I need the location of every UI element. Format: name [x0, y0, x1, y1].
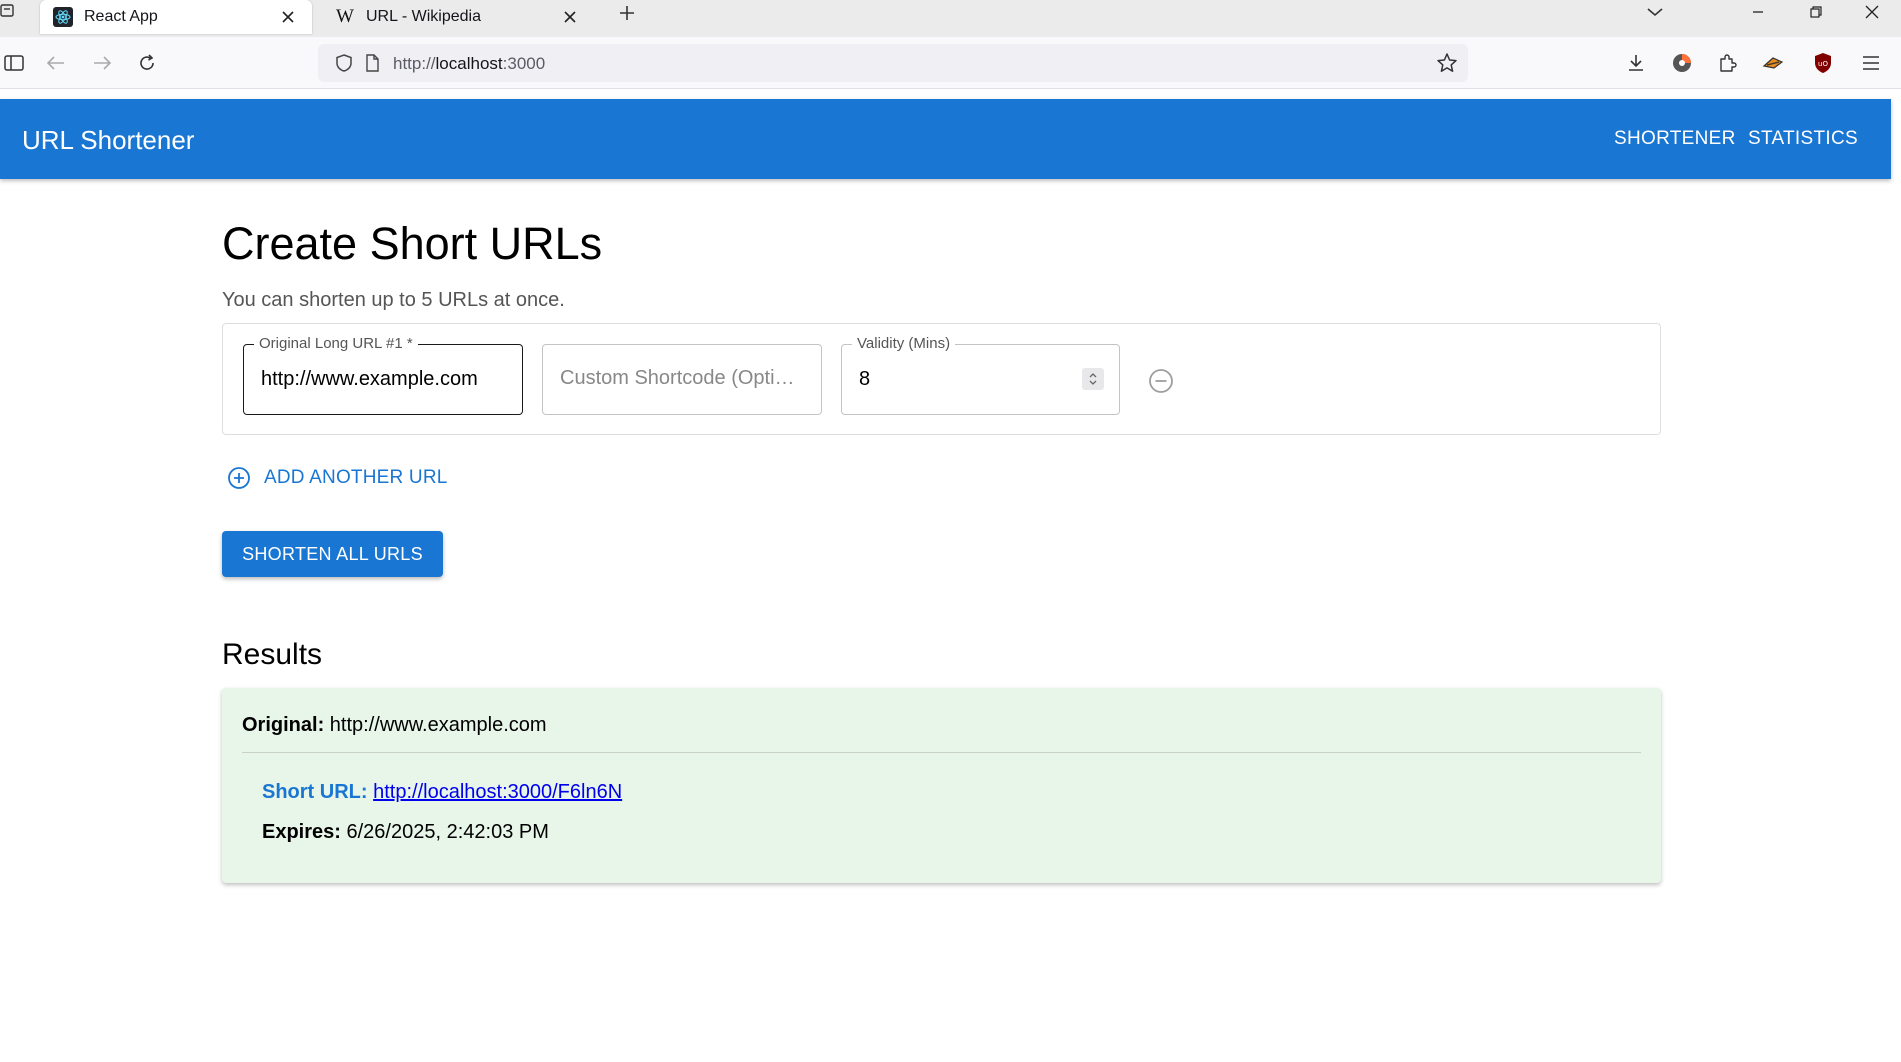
app-brand[interactable]: URL Shortener [22, 125, 194, 156]
validity-input[interactable]: 8 [859, 368, 870, 391]
ublock-shield-icon[interactable]: uO [1810, 50, 1836, 76]
short-url-link[interactable]: http://localhost:3000/F6ln6N [373, 781, 622, 803]
download-icon[interactable] [1623, 50, 1649, 76]
menu-hamburger-icon[interactable] [1858, 50, 1884, 76]
original-value: http://www.example.com [329, 714, 547, 736]
result-divider [242, 752, 1641, 753]
original-url-field[interactable]: Original Long URL #1 * http://www.exampl… [243, 335, 523, 415]
tab-list-icon[interactable] [0, 2, 22, 24]
custom-shortcode-field[interactable]: Custom Shortcode (Opti… [542, 344, 822, 415]
add-another-url-label: ADD ANOTHER URL [264, 467, 448, 488]
page-subtitle: You can shorten up to 5 URLs at once. [222, 289, 565, 311]
tab-overflow-chevron-icon[interactable] [1632, 0, 1678, 24]
firefox-account-icon[interactable] [1669, 50, 1695, 76]
tab-title: React App [84, 8, 158, 25]
add-another-url-button[interactable]: ADD ANOTHER URL [226, 462, 448, 494]
validity-field[interactable]: Validity (Mins) 8 [841, 335, 1120, 415]
number-stepper-icon[interactable] [1082, 368, 1104, 390]
new-tab-plus-icon[interactable] [612, 0, 642, 26]
back-arrow-icon[interactable] [42, 49, 70, 77]
results-title: Results [222, 638, 323, 671]
tab-react-app[interactable]: React App [40, 0, 312, 34]
window-close-icon[interactable] [1849, 0, 1895, 24]
expires-label: Expires: [262, 821, 341, 843]
extensions-puzzle-icon[interactable] [1714, 50, 1740, 76]
add-circle-icon [226, 465, 252, 491]
svg-text:uO: uO [1818, 60, 1828, 68]
short-url-label: Short URL: [262, 781, 368, 803]
browser-toolbar: http://localhost:3000 uO [0, 37, 1901, 89]
address-bar[interactable]: http://localhost:3000 [318, 44, 1468, 82]
shield-icon[interactable] [334, 53, 354, 73]
original-url-label: Original Long URL #1 * [254, 335, 418, 352]
page-title: Create Short URLs [222, 218, 603, 269]
custom-shortcode-input[interactable]: Custom Shortcode (Opti… [560, 367, 795, 390]
validity-label: Validity (Mins) [852, 335, 956, 352]
page-info-icon[interactable] [362, 53, 382, 73]
shorten-all-urls-button[interactable]: SHORTEN ALL URLS [222, 531, 443, 577]
result-expires: Expires: 6/26/2025, 2:42:03 PM [262, 821, 549, 844]
url-entry-row: Original Long URL #1 * http://www.exampl… [222, 323, 1661, 435]
close-icon[interactable] [276, 5, 300, 29]
result-card: Original: http://www.example.com Short U… [222, 688, 1661, 883]
minimize-icon[interactable] [1735, 0, 1781, 24]
wikipedia-icon: W [336, 6, 354, 27]
address-scheme: http:// [393, 54, 436, 73]
tab-title: URL - Wikipedia [366, 8, 481, 25]
extension-icon[interactable] [1760, 50, 1786, 76]
bookmark-star-icon[interactable] [1436, 52, 1458, 74]
remove-url-minus-circle-icon[interactable] [1147, 367, 1175, 395]
nav-shortener-link[interactable]: SHORTENER [1614, 128, 1736, 150]
tab-wikipedia[interactable]: W URL - Wikipedia [322, 0, 594, 34]
address-host: localhost [435, 54, 503, 73]
result-original: Original: http://www.example.com [242, 714, 547, 737]
restore-icon[interactable] [1793, 0, 1839, 24]
address-text[interactable]: http://localhost:3000 [393, 54, 545, 74]
nav-statistics-link[interactable]: STATISTICS [1748, 128, 1858, 150]
original-label: Original: [242, 714, 325, 736]
forward-arrow-icon[interactable] [88, 49, 116, 77]
browser-tab-bar: React App W URL - Wikipedia [0, 0, 1901, 37]
expires-value: 6/26/2025, 2:42:03 PM [346, 821, 549, 843]
result-short-url: Short URL: http://localhost:3000/F6ln6N [262, 781, 622, 804]
close-icon[interactable] [558, 5, 582, 29]
reload-icon[interactable] [133, 49, 161, 77]
address-port: :3000 [502, 54, 546, 73]
app-header: URL Shortener SHORTENER STATISTICS [0, 99, 1891, 179]
original-url-input[interactable]: http://www.example.com [261, 368, 478, 391]
react-icon [52, 6, 74, 28]
sidebar-toggle-icon[interactable] [0, 49, 28, 77]
